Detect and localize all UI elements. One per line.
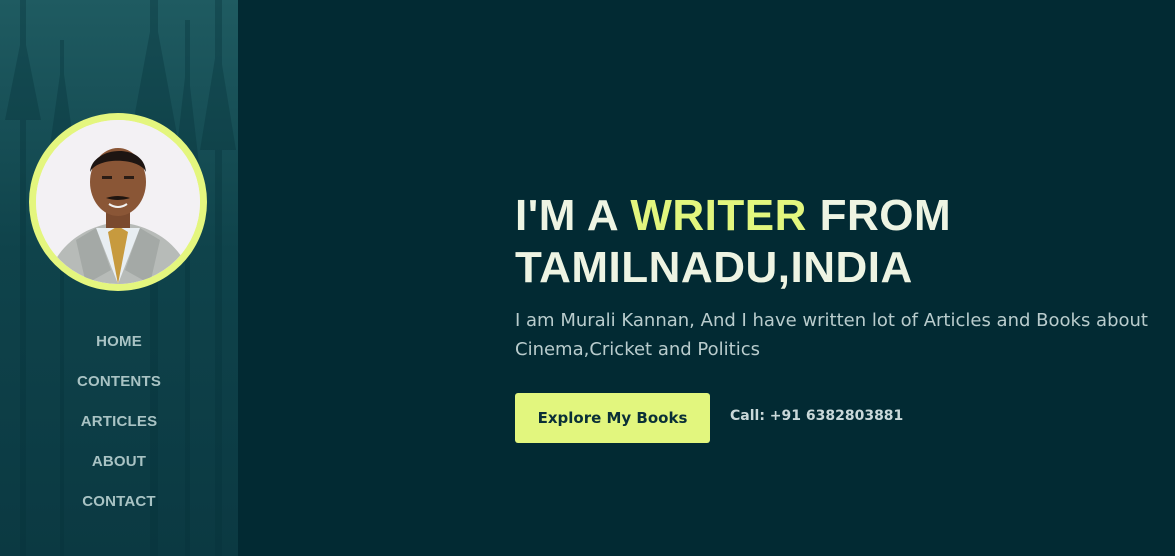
- call-text: Call: +91 6382803881: [730, 408, 904, 424]
- headline-text-1: I'M A: [515, 191, 631, 240]
- nav-articles[interactable]: ARTICLES: [81, 410, 158, 450]
- nav-contact[interactable]: CONTACT: [82, 490, 156, 530]
- avatar-ring: [29, 113, 207, 291]
- nav-home[interactable]: HOME: [96, 330, 142, 370]
- nav-about[interactable]: ABOUT: [92, 450, 146, 490]
- avatar: [36, 120, 200, 284]
- portrait-image: [36, 120, 200, 284]
- headline-accent: WRITER: [630, 191, 807, 240]
- cta-row: Explore My Books Call: +91 6382803881: [515, 393, 903, 443]
- sidebar: HOME CONTENTS ARTICLES ABOUT CONTACT: [0, 0, 238, 556]
- hero-headline: I'M A WRITER FROM TAMILNADU,INDIA: [515, 190, 1165, 294]
- sidebar-nav: HOME CONTENTS ARTICLES ABOUT CONTACT: [0, 330, 238, 530]
- explore-books-button[interactable]: Explore My Books: [515, 393, 710, 443]
- nav-contents[interactable]: CONTENTS: [77, 370, 161, 410]
- hero-intro: I am Murali Kannan, And I have written l…: [515, 310, 1148, 360]
- hero-content: I'M A WRITER FROM TAMILNADU,INDIA I am M…: [515, 190, 1165, 364]
